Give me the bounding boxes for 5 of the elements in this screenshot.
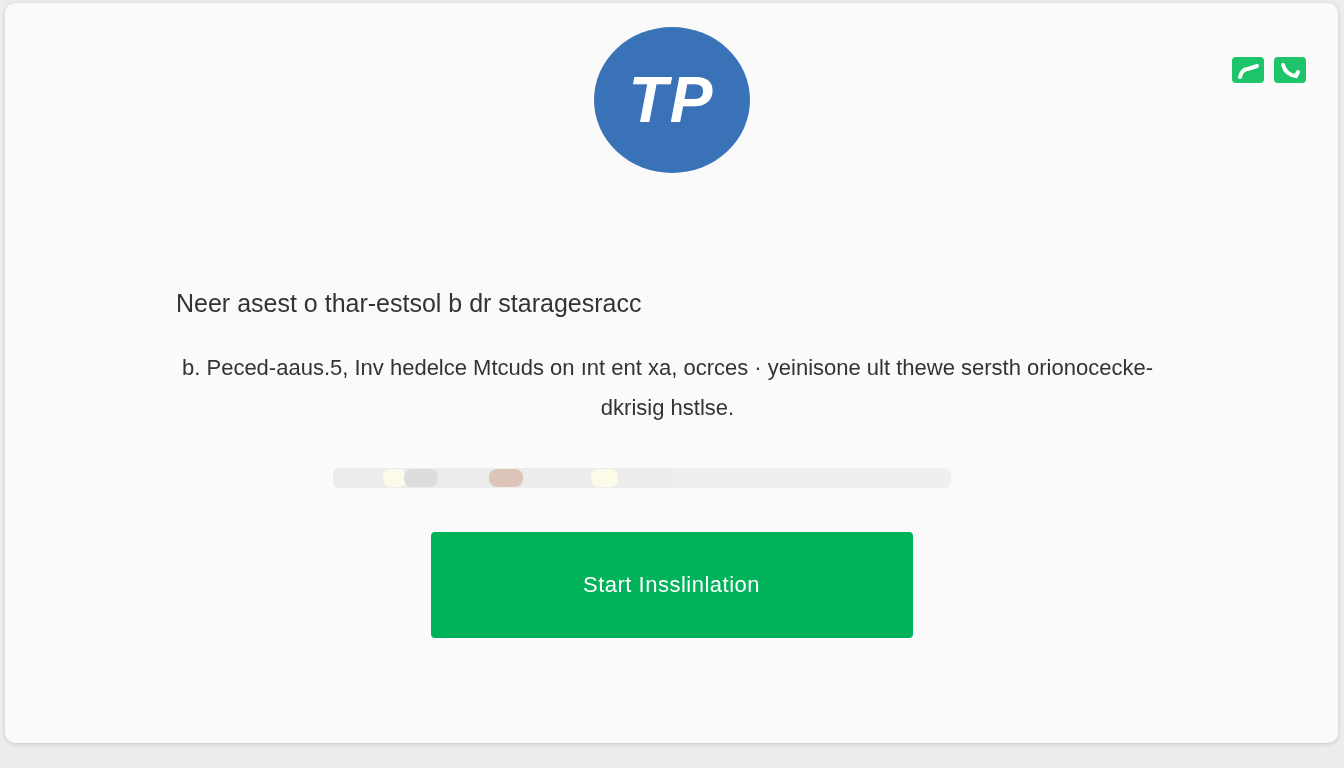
- logo: TP: [593, 27, 750, 173]
- start-button[interactable]: Start Insslinlation: [430, 532, 913, 638]
- phone-icon[interactable]: [1274, 57, 1306, 83]
- heading: Neer asest o thar-estsol b dr staragesracc: [176, 289, 642, 318]
- description: b. Peced-aaus.5, Inv hedelce Mtcuds on ınt ent xa, ocrces · yeinisone ult thewe sersth orionocecke-dkrisig hstlse.: [181, 354, 1154, 422]
